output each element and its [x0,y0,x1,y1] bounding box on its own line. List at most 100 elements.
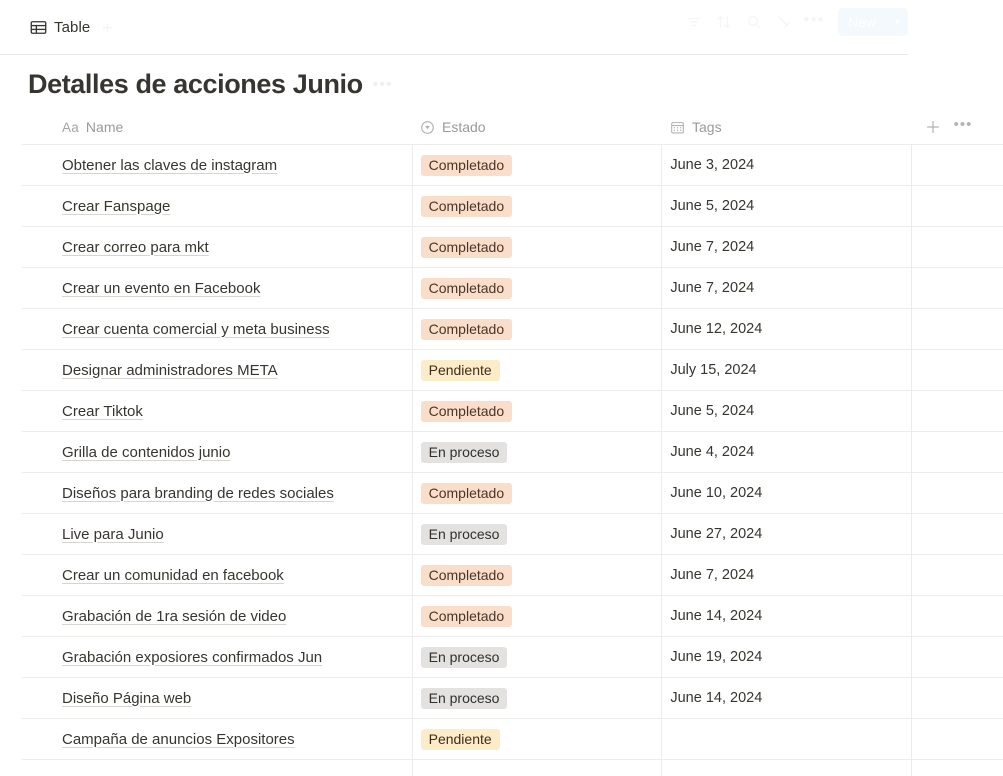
cell-tags[interactable]: June 14, 2024 [661,678,911,719]
record-title-link[interactable]: Grilla de contenidos junio [62,444,230,461]
record-title-link[interactable]: Crear correo para mkt [62,239,209,256]
page-title-more-button[interactable]: ••• [373,76,393,100]
cell-estado[interactable]: En proceso [411,514,662,555]
table-row[interactable]: Crear cuenta comercial y meta business Co… [22,308,1003,350]
cell-name[interactable]: Crear un comunidad en facebook [22,555,412,595]
cell-tags[interactable]: June 4, 2024 [661,432,911,473]
table-row[interactable]: Crear un evento en Facebook Completado Jun… [22,267,1003,309]
table-row[interactable]: Grilla de contenidos junio En proceso June… [22,431,1003,473]
new-record-button[interactable]: New ▾ [837,8,908,36]
cell-estado[interactable]: En proceso [411,432,662,473]
cell-tags[interactable]: June 5, 2024 [661,391,911,432]
table-row[interactable]: Crear un comunidad en facebook Completado… [22,554,1003,596]
cell-name[interactable]: Live para Junio [22,514,412,554]
cell-tags[interactable] [661,719,911,760]
record-title-link[interactable]: Crear cuenta comercial y meta business [62,321,330,338]
status-badge: En proceso [420,441,508,463]
toolbar-more-button[interactable]: ••• [800,8,828,36]
cell-name[interactable]: Grabación exposiores confirmados Jun [22,637,412,677]
cell-estado[interactable]: Completado [411,268,662,309]
record-title-link[interactable]: Campaña de anuncios Expositores [62,731,295,748]
cell-estado[interactable] [411,760,662,776]
cell-name[interactable]: Obtener las claves de instagram [22,145,412,185]
cell-tags[interactable]: June 19, 2024 [661,637,911,678]
cell-estado[interactable]: Pendiente [411,350,662,391]
table-row[interactable]: Crear Tiktok Completado June 5, 2024 [22,390,1003,432]
cell-estado[interactable]: Completado [411,227,662,268]
cell-tags[interactable]: June 7, 2024 [661,555,911,596]
chevron-down-icon[interactable]: ▾ [887,17,908,28]
cell-estado[interactable]: Completado [411,145,662,186]
record-title-link[interactable]: Crear un comunidad en facebook [62,567,284,584]
column-header-name[interactable]: Aa Name [22,110,412,144]
column-header-tags[interactable]: Tags [662,110,912,144]
cell-estado[interactable]: Completado [411,309,662,350]
add-column-button[interactable] [918,112,948,142]
cell-name[interactable]: Campaña de anuncios Expositores [22,719,412,759]
cell-name[interactable]: Crear Tiktok [22,391,412,431]
page-title[interactable]: Detalles de acciones Junio [28,69,363,100]
record-title-link[interactable]: Diseño Página web [62,690,191,707]
properties-icon[interactable] [770,8,798,36]
table-row[interactable]: Grabación de 1ra sesión de video Completa… [22,595,1003,637]
status-badge: En proceso [420,646,508,668]
table-row[interactable]: Campaña de anuncios Expositores Pendiente [22,718,1003,760]
table-row[interactable]: Diseño Página web En proceso June 14, 2024 [22,677,1003,719]
record-title-link[interactable]: Live para Junio [62,526,164,543]
cell-estado[interactable]: Completado [411,555,662,596]
cell-estado[interactable]: Completado [411,473,662,514]
table-row[interactable]: Designar administradores META Pendiente Ju… [22,349,1003,391]
cell-estado[interactable]: En proceso [411,678,662,719]
record-title-link[interactable]: Obtener las claves de instagram [62,157,277,174]
record-title-link[interactable]: Designar administradores META [62,362,278,379]
record-title-link[interactable]: Crear un evento en Facebook [62,280,260,297]
cell-name[interactable]: Diseños para branding de redes sociales [22,473,412,513]
cell-name[interactable] [22,760,412,776]
cell-spacer [911,555,1003,596]
cell-estado[interactable]: Completado [411,596,662,637]
cell-tags[interactable]: June 14, 2024 [661,596,911,637]
search-icon[interactable] [740,8,768,36]
record-title-link[interactable]: Grabación de 1ra sesión de video [62,608,286,625]
add-view-button[interactable]: + [102,19,113,37]
cell-name[interactable]: Grilla de contenidos junio [22,432,412,472]
filter-icon[interactable] [680,8,708,36]
record-title-link[interactable]: Crear Fanspage [62,198,170,215]
cell-name[interactable]: Diseño Página web [22,678,412,718]
column-header-estado[interactable]: Estado [412,110,662,144]
cell-tags[interactable]: June 27, 2024 [661,514,911,555]
cell-tags[interactable]: June 5, 2024 [661,186,911,227]
table-row[interactable]: Diseños para branding de redes sociales C… [22,472,1003,514]
cell-estado[interactable]: Completado [411,391,662,432]
cell-tags[interactable]: July 15, 2024 [661,350,911,391]
record-title-link[interactable]: Diseños para branding de redes sociales [62,485,334,502]
cell-name[interactable]: Crear Fanspage [22,186,412,226]
cell-name[interactable]: Designar administradores META [22,350,412,390]
cell-name[interactable]: Grabación de 1ra sesión de video [22,596,412,636]
cell-tags[interactable]: June 10, 2024 [661,473,911,514]
sort-icon[interactable] [710,8,738,36]
cell-tags[interactable]: June 3, 2024 [661,145,911,186]
table-row[interactable]: Grabación exposiores confirmados Jun En p… [22,636,1003,678]
table-row[interactable]: Obtener las claves de instagram Completad… [22,144,1003,186]
cell-name[interactable]: Crear cuenta comercial y meta business [22,309,412,349]
tab-table[interactable]: Table [28,12,92,44]
cell-tags[interactable] [661,760,911,776]
record-title-link[interactable]: Grabación exposiores confirmados Jun [62,649,322,666]
cell-estado[interactable]: Completado [411,186,662,227]
table-header-actions: ••• [918,112,978,142]
table-row[interactable] [22,759,1003,776]
cell-name[interactable]: Crear correo para mkt [22,227,412,267]
record-title-link[interactable]: Crear Tiktok [62,403,143,420]
table-row[interactable]: Crear correo para mkt Completado June 7, 2… [22,226,1003,268]
cell-tags[interactable]: June 7, 2024 [661,227,911,268]
cell-estado[interactable]: Pendiente [411,719,662,760]
table-row[interactable]: Live para Junio En proceso June 27, 2024 [22,513,1003,555]
cell-name[interactable]: Crear un evento en Facebook [22,268,412,308]
table-row[interactable]: Crear Fanspage Completado June 5, 2024 [22,185,1003,227]
cell-tags[interactable]: June 7, 2024 [661,268,911,309]
cell-estado[interactable]: En proceso [411,637,662,678]
cell-tags[interactable]: June 12, 2024 [661,309,911,350]
status-badge: Completado [420,195,513,217]
table-more-options-button[interactable]: ••• [948,112,978,142]
